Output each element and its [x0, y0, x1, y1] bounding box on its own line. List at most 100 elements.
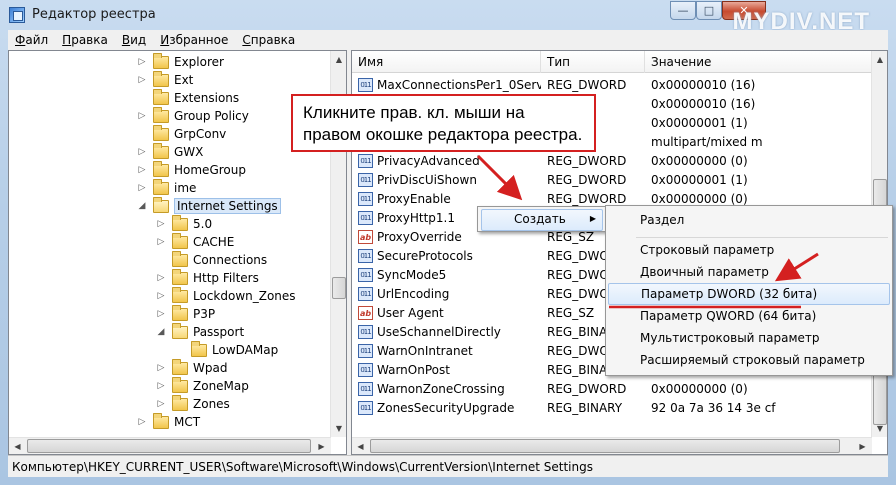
list-scroll-right-arrow-icon[interactable]: ▶ [854, 438, 871, 454]
tree-item[interactable]: Connections [156, 250, 268, 269]
title-bar: Редактор реестра — □ ✕ MYDIV.NET [0, 0, 896, 35]
tree-item[interactable]: ◢ Passport [156, 322, 244, 341]
value-row[interactable]: 011 PrivDiscUiShown REG_DWORD 0x00000001 (1… [352, 170, 872, 189]
expand-arrow-icon[interactable]: ▷ [156, 309, 166, 319]
binary-value-icon: 011 [358, 153, 373, 168]
submenu-item-dword[interactable]: Параметр DWORD (32 бита) [608, 283, 890, 305]
tree-item[interactable]: ▷ ime [137, 178, 196, 197]
menu-file-label: айл [25, 33, 49, 47]
submenu-item-qword[interactable]: Параметр QWORD (64 бита) [608, 305, 890, 327]
tree-item-label: Connections [193, 253, 268, 267]
submenu-item-binary[interactable]: Двоичный параметр [608, 261, 890, 283]
expand-arrow-icon[interactable]: ◢ [156, 327, 166, 337]
menu-file[interactable]: Файл [8, 33, 55, 47]
list-hscroll-thumb[interactable] [370, 439, 840, 453]
value-data: 0x00000001 (1) [651, 172, 748, 187]
expand-arrow-icon[interactable]: ▷ [156, 291, 166, 301]
expand-arrow-icon[interactable]: ▷ [156, 237, 166, 247]
expand-arrow-icon[interactable]: ▷ [137, 75, 147, 85]
expand-arrow-icon[interactable]: ▷ [156, 219, 166, 229]
menu-favorites[interactable]: Избранное [153, 33, 235, 47]
submenu-item-string[interactable]: Строковый параметр [608, 239, 890, 261]
list-scroll-up-arrow-icon[interactable]: ▲ [872, 51, 887, 68]
value-row[interactable]: 011 WarnonZoneCrossing REG_DWORD 0x00000000… [352, 379, 872, 398]
expand-arrow-icon[interactable]: ▷ [137, 165, 147, 175]
tree-item[interactable]: ▷ Ext [137, 70, 193, 89]
menu-edit[interactable]: Правка [55, 33, 115, 47]
value-row[interactable]: 011 PrivacyAdvanced REG_DWORD 0x00000000 (0… [352, 151, 872, 170]
expand-arrow-icon[interactable]: ▷ [156, 273, 166, 283]
submenu-separator [636, 237, 888, 238]
expand-arrow-icon[interactable]: ◢ [137, 201, 147, 211]
list-scroll-left-arrow-icon[interactable]: ◀ [352, 438, 369, 454]
column-value-header[interactable]: Значение [645, 51, 872, 73]
instruction-callout: Кликните прав. кл. мыши на правом окошке… [291, 94, 596, 152]
list-horizontal-scrollbar[interactable]: ◀ ▶ [352, 437, 872, 454]
menu-view[interactable]: Вид [115, 33, 153, 47]
submenu-item-expandable-string[interactable]: Расширяемый строковый параметр [608, 349, 890, 371]
binary-value-icon: 011 [358, 77, 373, 92]
value-name: WarnOnPost [377, 362, 450, 377]
tree-item[interactable]: Extensions [137, 88, 239, 107]
tree-item[interactable]: ▷ Group Policy [137, 106, 249, 125]
maximize-button[interactable]: □ [696, 1, 722, 20]
tree-item-label: Lockdown_Zones [193, 289, 296, 303]
scroll-down-arrow-icon[interactable]: ▼ [331, 420, 346, 437]
value-data: 0x00000010 (16) [651, 96, 756, 111]
tree-item[interactable]: ◢ Internet Settings [137, 196, 281, 215]
tree-item[interactable]: ▷ CACHE [156, 232, 234, 251]
scroll-right-arrow-icon[interactable]: ▶ [313, 438, 330, 454]
window-title: Редактор реестра [32, 7, 156, 22]
expand-arrow-icon[interactable]: ▷ [137, 147, 147, 157]
tree-item[interactable]: ▷ ZoneMap [156, 376, 249, 395]
binary-value-icon: 011 [358, 324, 373, 339]
tree-item[interactable]: ▷ Zones [156, 394, 230, 413]
value-row[interactable]: 011 ZonesSecurityUpgrade REG_BINARY 92 0a 7… [352, 398, 872, 417]
binary-value-icon: 011 [358, 381, 373, 396]
binary-value-icon: 011 [358, 400, 373, 415]
tree-hscroll-thumb[interactable] [27, 439, 311, 453]
submenu-item-key[interactable]: Раздел [608, 209, 890, 231]
menu-bar: Файл Правка Вид Избранное Справка [8, 30, 888, 50]
tree-scroll-thumb[interactable] [332, 277, 346, 299]
scroll-up-arrow-icon[interactable]: ▲ [331, 51, 346, 68]
tree-item[interactable]: ▷ GWX [137, 142, 203, 161]
column-name-header[interactable]: Имя [352, 51, 541, 73]
expand-arrow-icon[interactable]: ▷ [137, 111, 147, 121]
expand-arrow-icon[interactable]: ▷ [156, 363, 166, 373]
submenu-item-multistring[interactable]: Мультистроковый параметр [608, 327, 890, 349]
list-scroll-down-arrow-icon[interactable]: ▼ [872, 420, 887, 437]
value-name-cell: 011 UrlEncoding [352, 286, 541, 301]
tree-horizontal-scrollbar[interactable]: ◀ ▶ [9, 437, 331, 454]
context-menu-create[interactable]: Создать ▶ [481, 209, 603, 231]
folder-icon [153, 52, 169, 69]
expand-arrow-icon[interactable]: ▷ [137, 417, 147, 427]
tree-item-label: HomeGroup [174, 163, 246, 177]
tree-item[interactable]: ▷ Explorer [137, 52, 224, 71]
expand-arrow-icon[interactable]: ▷ [137, 57, 147, 67]
value-name-cell: 011 MaxConnectionsPer1_0Server [352, 77, 541, 92]
tree-item[interactable]: ▷ MCT [137, 412, 201, 431]
menu-help[interactable]: Справка [235, 33, 302, 47]
tree-item[interactable]: GrpConv [137, 124, 226, 143]
tree-item-label: MCT [174, 415, 201, 429]
tree-item[interactable]: ▷ P3P [156, 304, 215, 323]
scroll-left-arrow-icon[interactable]: ◀ [9, 438, 26, 454]
tree-item[interactable]: ▷ 5.0 [156, 214, 212, 233]
tree-item-label: Zones [193, 397, 230, 411]
tree-item[interactable]: ▷ Lockdown_Zones [156, 286, 296, 305]
expand-arrow-icon[interactable]: ▷ [156, 399, 166, 409]
value-name: User Agent [377, 305, 444, 320]
tree-item[interactable]: ▷ HomeGroup [137, 160, 246, 179]
expand-arrow-icon[interactable]: ▷ [156, 381, 166, 391]
tree-item[interactable]: LowDAMap [175, 340, 278, 359]
minimize-button[interactable]: — [670, 1, 696, 20]
tree-item[interactable]: ▷ Http Filters [156, 268, 259, 287]
string-value-icon: ab [358, 305, 373, 320]
tree-item[interactable]: ▷ Wpad [156, 358, 227, 377]
column-type-header[interactable]: Тип [541, 51, 645, 73]
binary-value-icon: 011 [358, 191, 373, 206]
value-row[interactable]: 011 MaxConnectionsPer1_0Server REG_DWORD 0x… [352, 75, 872, 94]
expand-arrow-icon[interactable]: ▷ [137, 183, 147, 193]
